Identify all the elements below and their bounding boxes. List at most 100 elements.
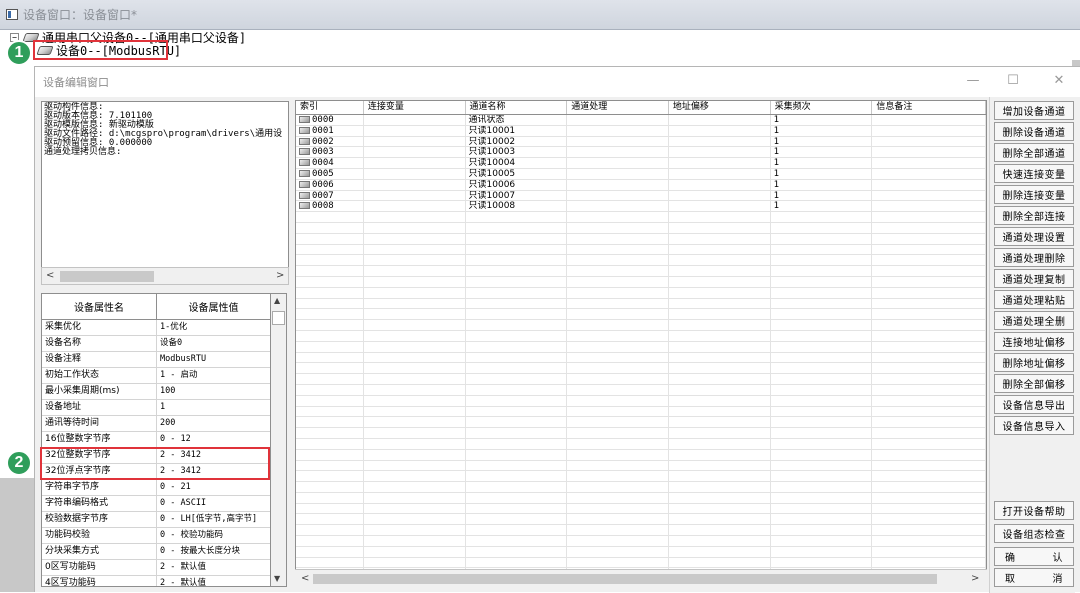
property-grid-vscrollbar[interactable]: ▲ ▼	[271, 293, 287, 587]
empty-table-row[interactable]	[296, 352, 986, 364]
property-value[interactable]: 1	[157, 400, 270, 415]
delete-all-channels-button[interactable]: 删除全部通道	[994, 143, 1074, 162]
open-device-help-button[interactable]: 打开设备帮助	[994, 501, 1074, 520]
scroll-right-icon[interactable]: >	[276, 270, 284, 281]
property-value[interactable]: 0 - ASCII	[157, 496, 270, 511]
property-value[interactable]: 0 - 21	[157, 480, 270, 495]
minimize-icon[interactable]: —	[963, 73, 983, 88]
table-row[interactable]: 0007 只读10007 1	[296, 190, 986, 202]
empty-table-row[interactable]	[296, 363, 986, 375]
table-row[interactable]: 0001 只读10001 1	[296, 125, 986, 137]
quick-link-variable-button[interactable]: 快速连接变量	[994, 164, 1074, 183]
delete-all-offsets-button[interactable]: 删除全部偏移	[994, 374, 1074, 393]
table-row[interactable]: 0005 只读10005 1	[296, 168, 986, 180]
header-linked-variable[interactable]: 连接变量	[364, 101, 466, 114]
scroll-down-icon[interactable]: ▼	[274, 574, 280, 583]
empty-table-row[interactable]	[296, 514, 986, 526]
empty-table-row[interactable]	[296, 244, 986, 256]
property-value[interactable]: 0 - 校验功能码	[157, 528, 270, 543]
scroll-thumb[interactable]	[272, 311, 285, 325]
table-row[interactable]: 0003 只读10003 1	[296, 147, 986, 159]
confirm-button[interactable]: 确 认	[994, 547, 1074, 566]
property-row[interactable]: 最小采集周期(ms) 100	[42, 384, 270, 400]
property-value[interactable]: 200	[157, 416, 270, 431]
scroll-left-icon[interactable]: <	[46, 270, 54, 281]
device-config-check-button[interactable]: 设备组态检查	[994, 524, 1074, 543]
empty-table-row[interactable]	[296, 266, 986, 277]
channel-process-copy-button[interactable]: 通道处理复制	[994, 269, 1074, 288]
header-address-offset[interactable]: 地址偏移	[669, 101, 771, 114]
empty-table-row[interactable]	[296, 255, 986, 267]
property-row[interactable]: 设备地址 1	[42, 400, 270, 416]
scroll-thumb[interactable]	[313, 574, 937, 584]
empty-table-row[interactable]	[296, 309, 986, 321]
empty-table-row[interactable]	[296, 438, 986, 450]
property-row[interactable]: 字符串编码格式 0 - ASCII	[42, 496, 270, 512]
property-value[interactable]: ModbusRTU	[157, 352, 270, 367]
empty-table-row[interactable]	[296, 212, 986, 223]
property-row[interactable]: 功能码校验 0 - 校验功能码	[42, 528, 270, 544]
channel-process-settings-button[interactable]: 通道处理设置	[994, 227, 1074, 246]
property-row[interactable]: 设备注释 ModbusRTU	[42, 352, 270, 368]
header-property-name[interactable]: 设备属性名	[42, 294, 157, 319]
empty-table-row[interactable]	[296, 222, 986, 234]
close-icon[interactable]: ✕	[1049, 73, 1069, 88]
empty-table-row[interactable]	[296, 482, 986, 493]
maximize-icon[interactable]: ☐	[1003, 73, 1023, 88]
property-value[interactable]: 0 - LH[低字节,高字节]	[157, 512, 270, 527]
property-row[interactable]: 字符串字节序 0 - 21	[42, 480, 270, 496]
add-channel-button[interactable]: 增加设备通道	[994, 101, 1074, 120]
empty-table-row[interactable]	[296, 546, 986, 558]
property-row[interactable]: 设备名称 设备0	[42, 336, 270, 352]
empty-table-row[interactable]	[296, 449, 986, 461]
property-value[interactable]: 0 - 12	[157, 432, 270, 447]
property-row[interactable]: 分块采集方式 0 - 按最大长度分块	[42, 544, 270, 560]
channel-process-paste-button[interactable]: 通道处理粘贴	[994, 290, 1074, 309]
channel-table-hscrollbar[interactable]: < >	[295, 569, 987, 587]
empty-table-row[interactable]	[296, 557, 986, 569]
table-row[interactable]: 0004 只读10004 1	[296, 158, 986, 169]
empty-table-row[interactable]	[296, 428, 986, 439]
property-value[interactable]: 1 - 启动	[157, 368, 270, 383]
scroll-right-icon[interactable]: >	[971, 573, 979, 584]
channel-process-delete-all-button[interactable]: 通道处理全删	[994, 311, 1074, 330]
property-value[interactable]: 1-优化	[157, 320, 270, 335]
scroll-left-icon[interactable]: <	[301, 573, 309, 584]
empty-table-row[interactable]	[296, 417, 986, 429]
header-property-value[interactable]: 设备属性值	[157, 294, 270, 319]
delete-all-links-button[interactable]: 删除全部连接	[994, 206, 1074, 225]
import-device-info-button[interactable]: 设备信息导入	[994, 416, 1074, 435]
channel-process-delete-button[interactable]: 通道处理删除	[994, 248, 1074, 267]
empty-table-row[interactable]	[296, 471, 986, 483]
property-value[interactable]: 100	[157, 384, 270, 399]
link-address-offset-button[interactable]: 连接地址偏移	[994, 332, 1074, 351]
empty-table-row[interactable]	[296, 298, 986, 310]
property-row[interactable]: 0区写功能码 2 - 默认值	[42, 560, 270, 576]
empty-table-row[interactable]	[296, 460, 986, 472]
empty-table-row[interactable]	[296, 233, 986, 245]
property-value[interactable]: 0 - 按最大长度分块	[157, 544, 270, 559]
header-info-note[interactable]: 信息备注	[872, 101, 986, 114]
table-row[interactable]: 0008 只读10008 1	[296, 201, 986, 213]
header-sample-frequency[interactable]: 采集频次	[771, 101, 873, 114]
empty-table-row[interactable]	[296, 525, 986, 537]
property-row[interactable]: 16位整数字节序 0 - 12	[42, 432, 270, 448]
property-value[interactable]: 2 - 默认值	[157, 560, 270, 575]
empty-table-row[interactable]	[296, 406, 986, 418]
empty-table-row[interactable]	[296, 287, 986, 299]
header-index[interactable]: 索引	[296, 101, 364, 114]
delete-address-offset-button[interactable]: 删除地址偏移	[994, 353, 1074, 372]
empty-table-row[interactable]	[296, 384, 986, 396]
table-row[interactable]: 0002 只读10002 1	[296, 136, 986, 148]
property-row[interactable]: 校验数据字节序 0 - LH[低字节,高字节]	[42, 512, 270, 528]
driver-info-hscrollbar[interactable]: < >	[41, 267, 289, 285]
property-row[interactable]: 采集优化 1-优化	[42, 320, 270, 336]
property-value[interactable]: 设备0	[157, 336, 270, 351]
export-device-info-button[interactable]: 设备信息导出	[994, 395, 1074, 414]
delete-link-variable-button[interactable]: 删除连接变量	[994, 185, 1074, 204]
header-channel-processing[interactable]: 通道处理	[567, 101, 669, 114]
driver-info-box[interactable]: 驱动构件信息: 驱动版本信息: 7.101100 驱动模版信息: 新驱动模版 驱…	[41, 101, 289, 285]
empty-table-row[interactable]	[296, 536, 986, 547]
property-row[interactable]: 通讯等待时间 200	[42, 416, 270, 432]
table-row[interactable]: 0000 通讯状态 1	[296, 115, 986, 126]
